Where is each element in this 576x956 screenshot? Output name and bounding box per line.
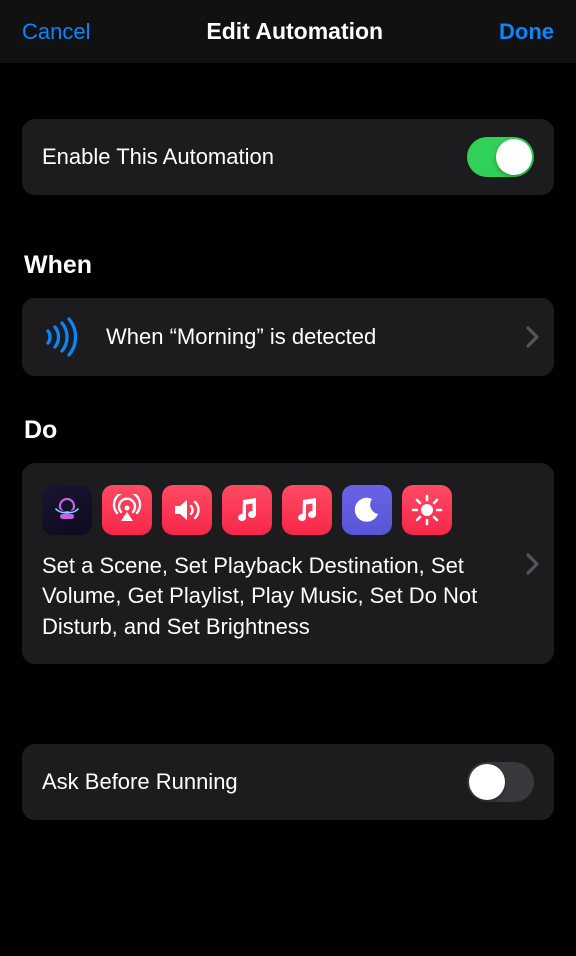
scene-icon <box>42 485 92 535</box>
music-note-icon <box>282 485 332 535</box>
when-section-title: When <box>24 251 554 280</box>
moon-icon <box>342 485 392 535</box>
sound-wave-icon <box>42 316 84 358</box>
chevron-right-icon <box>526 553 540 575</box>
chevron-right-icon <box>526 326 540 348</box>
enable-automation-row: Enable This Automation <box>22 119 554 195</box>
volume-icon <box>162 485 212 535</box>
do-section-title: Do <box>24 416 554 445</box>
brightness-icon <box>402 485 452 535</box>
do-actions-row[interactable]: Set a Scene, Set Playback Destination, S… <box>22 463 554 664</box>
enable-automation-label: Enable This Automation <box>42 144 274 170</box>
ask-before-running-row: Ask Before Running <box>22 744 554 820</box>
music-note-icon <box>222 485 272 535</box>
ask-before-running-label: Ask Before Running <box>42 769 238 795</box>
cancel-button[interactable]: Cancel <box>22 19 90 45</box>
navigation-bar: Cancel Edit Automation Done <box>0 0 576 63</box>
page-title: Edit Automation <box>206 18 383 45</box>
ask-before-running-toggle[interactable] <box>467 762 534 802</box>
toggle-knob <box>496 139 532 175</box>
do-actions-description: Set a Scene, Set Playback Destination, S… <box>42 551 516 642</box>
action-icons-row <box>42 485 516 535</box>
toggle-knob <box>469 764 505 800</box>
enable-automation-toggle[interactable] <box>467 137 534 177</box>
when-trigger-row[interactable]: When “Morning” is detected <box>22 298 554 376</box>
airplay-icon <box>102 485 152 535</box>
done-button[interactable]: Done <box>499 19 554 45</box>
when-trigger-text: When “Morning” is detected <box>106 324 504 350</box>
